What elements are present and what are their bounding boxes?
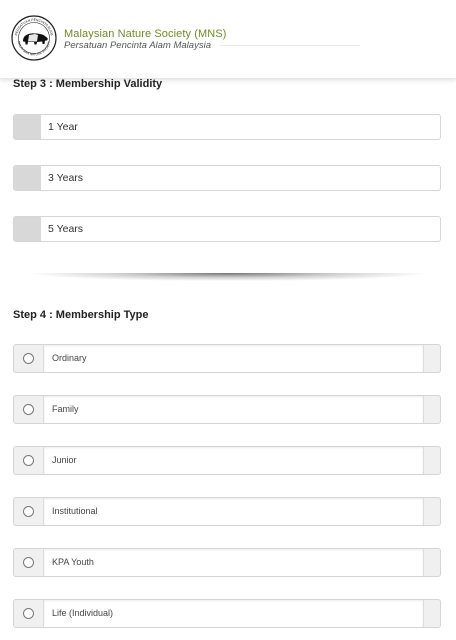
type-label: Family (52, 404, 79, 414)
type-label: Life (Individual) (52, 608, 114, 618)
type-label: Ordinary (52, 353, 87, 363)
type-field: Family (43, 396, 424, 423)
type-field: Life (Individual) (43, 600, 424, 627)
validity-label: 3 Years (48, 172, 84, 184)
radio-button[interactable] (23, 404, 34, 415)
validity-addon (14, 115, 41, 139)
validity-option-1-year[interactable]: 1 Year (13, 114, 441, 140)
step3-title: Step 3 : Membership Validity (13, 78, 163, 90)
header-divider (220, 45, 360, 46)
membership-type-institutional[interactable]: Institutional (13, 497, 441, 526)
tapir-seal-icon[interactable]: PERSATUAN PENCINTA ALAM MALAYSIAN NATURE… (11, 15, 57, 61)
type-field: Junior (43, 447, 424, 474)
validity-option-5-years[interactable]: 5 Years (13, 216, 441, 242)
type-label: KPA Youth (52, 557, 94, 567)
type-field: KPA Youth (43, 549, 424, 576)
membership-type-family[interactable]: Family (13, 395, 441, 424)
type-field: Ordinary (43, 345, 424, 372)
radio-button[interactable] (23, 353, 34, 364)
site-header: PERSATUAN PENCINTA ALAM MALAYSIAN NATURE… (0, 0, 456, 79)
step4-title: Step 4 : Membership Type (13, 309, 149, 321)
validity-option-3-years[interactable]: 3 Years (13, 165, 441, 191)
radio-button[interactable] (23, 506, 34, 517)
membership-type-kpa-youth[interactable]: KPA Youth (13, 548, 441, 577)
membership-type-junior[interactable]: Junior (13, 446, 441, 475)
type-label: Junior (52, 455, 77, 465)
validity-label: 5 Years (48, 223, 84, 235)
type-label: Institutional (52, 506, 98, 516)
membership-type-life-individual[interactable]: Life (Individual) (13, 599, 441, 628)
section-divider (30, 273, 426, 281)
org-subtitle: Persatuan Pencinta Alam Malaysia (64, 40, 211, 51)
validity-label: 1 Year (48, 121, 78, 133)
org-name: Malaysian Nature Society (MNS) (64, 28, 227, 40)
membership-type-ordinary[interactable]: Ordinary (13, 344, 441, 373)
validity-addon (14, 217, 41, 241)
type-field: Institutional (43, 498, 424, 525)
radio-button[interactable] (23, 608, 34, 619)
radio-button[interactable] (23, 455, 34, 466)
validity-addon (14, 166, 41, 190)
radio-button[interactable] (23, 557, 34, 568)
